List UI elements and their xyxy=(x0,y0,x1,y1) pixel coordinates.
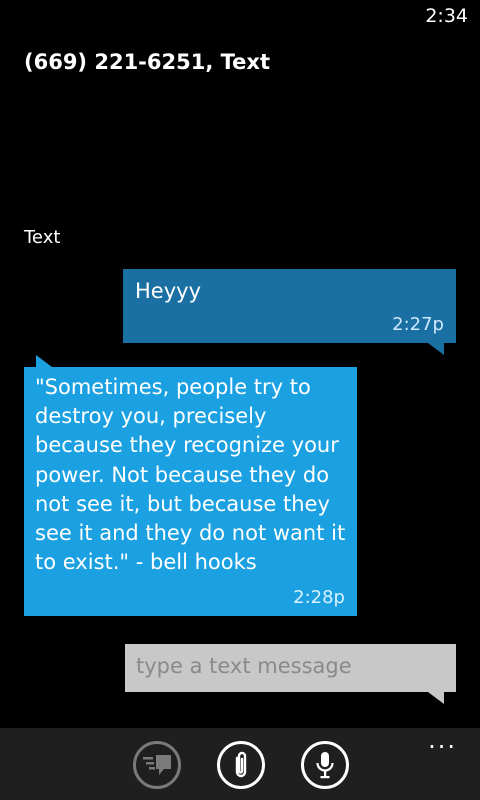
app-bar: ... xyxy=(0,728,480,800)
message-timestamp: 2:27p xyxy=(392,314,444,335)
paperclip-icon xyxy=(235,751,247,778)
status-time: 2:34 xyxy=(425,5,468,27)
received-message-bubble[interactable]: "Sometimes, people try to destroy you, p… xyxy=(24,367,357,616)
attach-button[interactable] xyxy=(217,741,265,789)
compose-box[interactable] xyxy=(125,644,456,692)
compose-bubble-tail xyxy=(428,692,444,704)
message-input[interactable] xyxy=(136,654,445,678)
microphone-icon xyxy=(316,752,334,779)
message-text: "Sometimes, people try to destroy you, p… xyxy=(35,375,346,575)
received-bubble-tail xyxy=(36,355,52,367)
message-text: Heyyy xyxy=(135,279,201,303)
more-options-button[interactable]: ... xyxy=(428,728,457,752)
message-timestamp: 2:28p xyxy=(293,587,345,608)
send-button[interactable] xyxy=(133,741,181,789)
send-icon xyxy=(143,755,171,775)
conversation-section-label: Text xyxy=(24,227,61,248)
sent-message-bubble[interactable]: Heyyy 2:27p xyxy=(123,269,456,343)
sent-bubble-tail xyxy=(428,343,444,355)
voice-button[interactable] xyxy=(301,741,349,789)
page-title: (669) 221-6251, Text xyxy=(24,50,270,74)
